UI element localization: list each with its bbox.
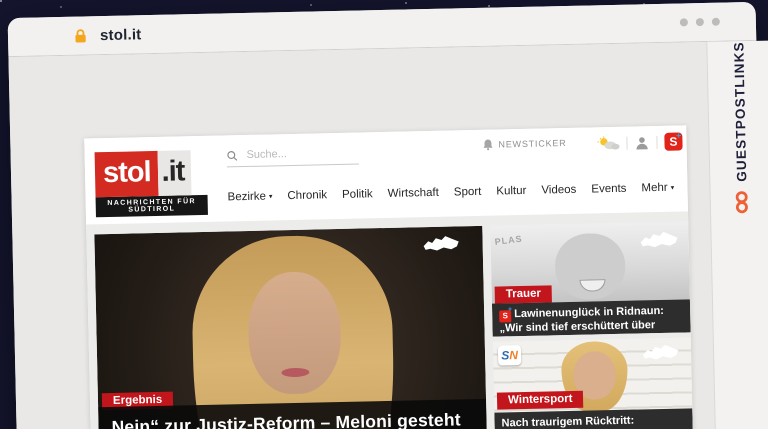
south-tyrol-map-icon — [641, 343, 681, 365]
window-dot — [696, 18, 704, 26]
divider — [626, 136, 627, 149]
watermark-label: GUESTPOSTLINKS — [731, 41, 749, 182]
sponsor-text: PLAS — [494, 234, 523, 247]
main-headline[interactable]: Nein“ zur Justiz-Reform – Meloni gesteht — [111, 408, 473, 429]
guestpostlinks-watermark: GUESTPOSTLINKS — [706, 41, 768, 429]
chevron-down-icon: ▾ — [671, 184, 675, 192]
newsticker-label: NEWSTICKER — [498, 138, 566, 149]
nav-label: Mehr — [641, 182, 667, 195]
logo-tagline: NACHRICHTEN FÜR SÜDTIROL — [96, 195, 208, 217]
splus-badge[interactable]: S + — [664, 132, 682, 150]
search-icon — [227, 149, 238, 162]
lock-icon — [72, 27, 89, 44]
side-article-trauer[interactable]: PLAS Trauer S — [490, 221, 690, 336]
main-nav: Bezirke ▾ Chronik Politik Wirtschaft — [227, 182, 674, 204]
browser-mockup: stol.it stol .it NACHRIC — [0, 0, 768, 429]
chain-link-icon — [731, 190, 754, 214]
user-icon[interactable] — [634, 135, 649, 150]
south-tyrol-map-icon — [638, 230, 680, 253]
sn-letter-n: N — [509, 348, 518, 362]
window-dot — [680, 18, 688, 26]
nav-item-wirtschaft[interactable]: Wirtschaft — [388, 187, 439, 200]
splus-plus: + — [508, 306, 512, 315]
nav-item-chronik[interactable]: Chronik — [287, 189, 327, 202]
side-headline-band: Nach traurigem Rücktritt: Biathletin — [494, 408, 693, 429]
logo-name: stol — [95, 151, 159, 197]
screenshot-stage: stol.it stol .it NACHRIC — [0, 0, 768, 429]
nav-item-politik[interactable]: Politik — [342, 188, 373, 201]
nav-label: Sport — [454, 186, 482, 199]
south-tyrol-map-icon — [422, 232, 461, 257]
nav-label: Videos — [541, 184, 576, 197]
splus-badge: S + — [499, 310, 511, 322]
chevron-down-icon: ▾ — [269, 192, 273, 200]
logo-wordmark: stol .it — [95, 150, 208, 197]
main-article[interactable]: Ergebnis Nein“ zur Justiz-Reform – Melon… — [94, 226, 489, 429]
stol-page: stol .it NACHRICHTEN FÜR SÜDTIROL — [84, 125, 696, 429]
nav-item-videos[interactable]: Videos — [541, 184, 576, 197]
category-label[interactable]: Wintersport — [497, 391, 584, 410]
nav-label: Chronik — [287, 189, 327, 202]
address-url[interactable]: stol.it — [100, 26, 142, 44]
background-stars — [0, 0, 2, 2]
splus-plus: + — [676, 130, 681, 140]
bell-icon — [482, 139, 493, 151]
nav-label: Events — [591, 183, 626, 196]
side-column: PLAS Trauer S — [490, 221, 696, 429]
divider — [656, 136, 657, 149]
search-bar[interactable] — [227, 146, 359, 168]
nav-label: Bezirke — [227, 191, 266, 204]
page-body: Ergebnis Nein“ zur Justiz-Reform – Melon… — [86, 211, 696, 429]
side-headline-band: S + Lawinenunglück in Ridnaun: „Wir sind… — [492, 299, 691, 336]
side-article-wintersport[interactable]: S N Wintersport Nach traurigem Rücktritt… — [493, 337, 694, 429]
nav-item-mehr[interactable]: Mehr ▾ — [641, 182, 674, 195]
nav-item-bezirke[interactable]: Bezirke ▾ — [227, 190, 272, 203]
nav-item-kultur[interactable]: Kultur — [496, 185, 526, 198]
header-icon-group: S + — [597, 132, 682, 152]
window-dot — [712, 18, 720, 26]
category-label[interactable]: Trauer — [495, 285, 553, 303]
side-headline[interactable]: Lawinenunglück in Ridnaun: „Wir sind tie… — [499, 305, 664, 337]
browser-window: stol.it stol .it NACHRIC — [8, 2, 768, 429]
site-logo[interactable]: stol .it NACHRICHTEN FÜR SÜDTIROL — [95, 150, 208, 217]
site-header: stol .it NACHRICHTEN FÜR SÜDTIROL — [84, 125, 688, 224]
window-menu-dots[interactable] — [680, 18, 720, 27]
browser-viewport: stol .it NACHRICHTEN FÜR SÜDTIROL — [8, 41, 767, 429]
search-input[interactable] — [244, 146, 358, 162]
side-headline[interactable]: Nach traurigem Rücktritt: Biathletin — [501, 415, 634, 429]
nav-item-sport[interactable]: Sport — [454, 186, 482, 199]
sportnews-badge: S N — [498, 345, 521, 365]
logo-tld: .it — [157, 150, 192, 196]
nav-label: Wirtschaft — [388, 187, 439, 200]
nav-label: Politik — [342, 188, 373, 201]
weather-icon[interactable] — [597, 135, 619, 150]
nav-item-events[interactable]: Events — [591, 183, 626, 196]
newsticker-link[interactable]: NEWSTICKER — [482, 137, 566, 151]
nav-label: Kultur — [496, 185, 526, 198]
